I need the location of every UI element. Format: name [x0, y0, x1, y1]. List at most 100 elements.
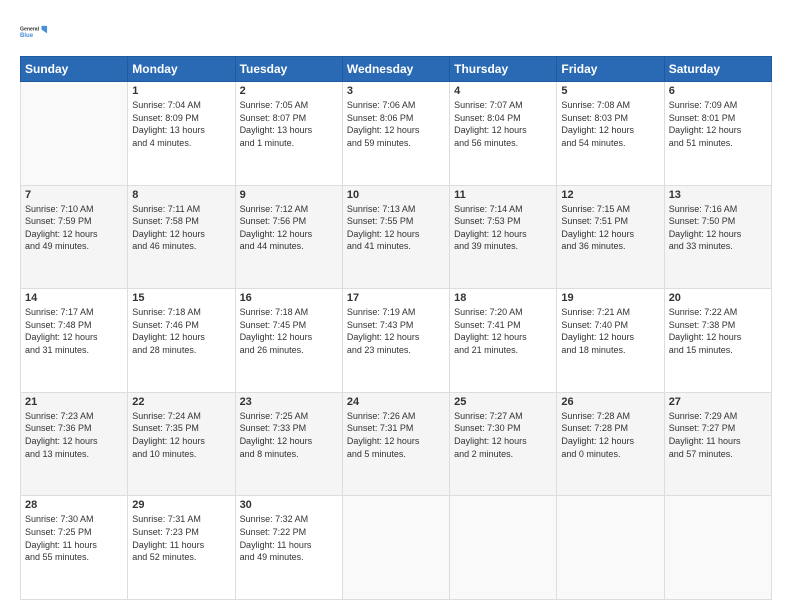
day-number: 29	[132, 499, 230, 511]
calendar-cell: 24Sunrise: 7:26 AM Sunset: 7:31 PM Dayli…	[342, 392, 449, 496]
weekday-header-friday: Friday	[557, 57, 664, 82]
weekday-header-monday: Monday	[128, 57, 235, 82]
weekday-header-saturday: Saturday	[664, 57, 771, 82]
weekday-header-row: SundayMondayTuesdayWednesdayThursdayFrid…	[21, 57, 772, 82]
week-row-1: 1 Sunrise: 7:04 AM Sunset: 8:09 PM Daylig…	[21, 82, 772, 186]
day-number: 20	[669, 292, 767, 304]
calendar-cell	[342, 496, 449, 600]
week-row-5: 28 Sunrise: 7:30 AM Sunset: 7:25 PM Dayli…	[21, 496, 772, 600]
calendar-cell: 5 Sunrise: 7:08 AM Sunset: 8:03 PM Daylig…	[557, 82, 664, 186]
calendar-cell: 21 Sunrise: 7:23 AM Sunset: 7:36 PM Dayli…	[21, 392, 128, 496]
calendar-cell: 28 Sunrise: 7:30 AM Sunset: 7:25 PM Dayli…	[21, 496, 128, 600]
day-number: 12	[561, 189, 659, 201]
calendar-cell: 19Sunrise: 7:21 AM Sunset: 7:40 PM Dayli…	[557, 289, 664, 393]
day-info: Sunrise: 7:31 AM Sunset: 7:23 PM Dayligh…	[132, 513, 230, 563]
weekday-header-tuesday: Tuesday	[235, 57, 342, 82]
day-info: Sunrise: 7:08 AM Sunset: 8:03 PM Dayligh…	[561, 99, 659, 149]
calendar-cell: 9 Sunrise: 7:12 AM Sunset: 7:56 PM Daylig…	[235, 185, 342, 289]
day-info: Sunrise: 7:24 AM Sunset: 7:35 PM Dayligh…	[132, 410, 230, 460]
logo-icon: GeneralBlue	[20, 18, 48, 46]
day-number: 22	[132, 396, 230, 408]
calendar-cell: 27 Sunrise: 7:29 AM Sunset: 7:27 PM Dayli…	[664, 392, 771, 496]
day-number: 18	[454, 292, 552, 304]
calendar-cell: 10 Sunrise: 7:13 AM Sunset: 7:55 PM Dayli…	[342, 185, 449, 289]
calendar-cell: 14 Sunrise: 7:17 AM Sunset: 7:48 PM Dayli…	[21, 289, 128, 393]
day-info: Sunrise: 7:27 AM Sunset: 7:30 PM Dayligh…	[454, 410, 552, 460]
calendar-cell: 18 Sunrise: 7:20 AM Sunset: 7:41 PM Dayli…	[450, 289, 557, 393]
calendar-cell: 22 Sunrise: 7:24 AM Sunset: 7:35 PM Dayli…	[128, 392, 235, 496]
day-info: Sunrise: 7:30 AM Sunset: 7:25 PM Dayligh…	[25, 513, 123, 563]
day-number: 25	[454, 396, 552, 408]
day-number: 5	[561, 85, 659, 97]
weekday-header-thursday: Thursday	[450, 57, 557, 82]
day-info: Sunrise: 7:17 AM Sunset: 7:48 PM Dayligh…	[25, 306, 123, 356]
svg-text:Blue: Blue	[20, 33, 34, 39]
day-number: 8	[132, 189, 230, 201]
day-info: Sunrise: 7:13 AM Sunset: 7:55 PM Dayligh…	[347, 203, 445, 253]
day-number: 28	[25, 499, 123, 511]
calendar-cell: 12 Sunrise: 7:15 AM Sunset: 7:51 PM Dayli…	[557, 185, 664, 289]
week-row-4: 21 Sunrise: 7:23 AM Sunset: 7:36 PM Dayli…	[21, 392, 772, 496]
day-number: 26	[561, 396, 659, 408]
day-info: Sunrise: 7:11 AM Sunset: 7:58 PM Dayligh…	[132, 203, 230, 253]
calendar-cell: 16 Sunrise: 7:18 AM Sunset: 7:45 PM Dayli…	[235, 289, 342, 393]
day-number: 4	[454, 85, 552, 97]
day-info: Sunrise: 7:04 AM Sunset: 8:09 PM Dayligh…	[132, 99, 230, 149]
day-info: Sunrise: 7:14 AM Sunset: 7:53 PM Dayligh…	[454, 203, 552, 253]
calendar-cell: 26 Sunrise: 7:28 AM Sunset: 7:28 PM Dayli…	[557, 392, 664, 496]
calendar-cell: 20Sunrise: 7:22 AM Sunset: 7:38 PM Dayli…	[664, 289, 771, 393]
calendar-cell: 7Sunrise: 7:10 AM Sunset: 7:59 PM Daylig…	[21, 185, 128, 289]
calendar-cell: 6Sunrise: 7:09 AM Sunset: 8:01 PM Daylig…	[664, 82, 771, 186]
calendar-cell: 13 Sunrise: 7:16 AM Sunset: 7:50 PM Dayli…	[664, 185, 771, 289]
day-number: 9	[240, 189, 338, 201]
day-info: Sunrise: 7:16 AM Sunset: 7:50 PM Dayligh…	[669, 203, 767, 253]
day-info: Sunrise: 7:32 AM Sunset: 7:22 PM Dayligh…	[240, 513, 338, 563]
calendar-cell: 15 Sunrise: 7:18 AM Sunset: 7:46 PM Dayli…	[128, 289, 235, 393]
svg-text:General: General	[20, 27, 40, 33]
calendar-cell: 11 Sunrise: 7:14 AM Sunset: 7:53 PM Dayli…	[450, 185, 557, 289]
day-number: 7	[25, 189, 123, 201]
day-info: Sunrise: 7:18 AM Sunset: 7:45 PM Dayligh…	[240, 306, 338, 356]
calendar-cell	[21, 82, 128, 186]
day-info: Sunrise: 7:29 AM Sunset: 7:27 PM Dayligh…	[669, 410, 767, 460]
day-number: 13	[669, 189, 767, 201]
calendar-cell: 4 Sunrise: 7:07 AM Sunset: 8:04 PM Daylig…	[450, 82, 557, 186]
day-number: 16	[240, 292, 338, 304]
calendar-table: SundayMondayTuesdayWednesdayThursdayFrid…	[20, 56, 772, 600]
calendar-cell	[664, 496, 771, 600]
day-info: Sunrise: 7:06 AM Sunset: 8:06 PM Dayligh…	[347, 99, 445, 149]
day-info: Sunrise: 7:20 AM Sunset: 7:41 PM Dayligh…	[454, 306, 552, 356]
calendar-cell: 25 Sunrise: 7:27 AM Sunset: 7:30 PM Dayli…	[450, 392, 557, 496]
day-number: 2	[240, 85, 338, 97]
day-number: 21	[25, 396, 123, 408]
calendar-cell	[450, 496, 557, 600]
day-info: Sunrise: 7:21 AM Sunset: 7:40 PM Dayligh…	[561, 306, 659, 356]
day-number: 15	[132, 292, 230, 304]
day-number: 30	[240, 499, 338, 511]
calendar-cell: 29 Sunrise: 7:31 AM Sunset: 7:23 PM Dayli…	[128, 496, 235, 600]
calendar-cell: 8 Sunrise: 7:11 AM Sunset: 7:58 PM Daylig…	[128, 185, 235, 289]
day-info: Sunrise: 7:19 AM Sunset: 7:43 PM Dayligh…	[347, 306, 445, 356]
calendar-cell: 17 Sunrise: 7:19 AM Sunset: 7:43 PM Dayli…	[342, 289, 449, 393]
calendar-cell: 23Sunrise: 7:25 AM Sunset: 7:33 PM Dayli…	[235, 392, 342, 496]
day-info: Sunrise: 7:23 AM Sunset: 7:36 PM Dayligh…	[25, 410, 123, 460]
day-number: 11	[454, 189, 552, 201]
day-info: Sunrise: 7:15 AM Sunset: 7:51 PM Dayligh…	[561, 203, 659, 253]
day-info: Sunrise: 7:05 AM Sunset: 8:07 PM Dayligh…	[240, 99, 338, 149]
day-info: Sunrise: 7:12 AM Sunset: 7:56 PM Dayligh…	[240, 203, 338, 253]
day-info: Sunrise: 7:28 AM Sunset: 7:28 PM Dayligh…	[561, 410, 659, 460]
day-number: 17	[347, 292, 445, 304]
header: GeneralBlue	[20, 18, 772, 46]
day-number: 3	[347, 85, 445, 97]
week-row-2: 7Sunrise: 7:10 AM Sunset: 7:59 PM Daylig…	[21, 185, 772, 289]
day-number: 14	[25, 292, 123, 304]
day-info: Sunrise: 7:09 AM Sunset: 8:01 PM Dayligh…	[669, 99, 767, 149]
day-number: 1	[132, 85, 230, 97]
day-number: 27	[669, 396, 767, 408]
day-info: Sunrise: 7:07 AM Sunset: 8:04 PM Dayligh…	[454, 99, 552, 149]
day-info: Sunrise: 7:18 AM Sunset: 7:46 PM Dayligh…	[132, 306, 230, 356]
day-info: Sunrise: 7:26 AM Sunset: 7:31 PM Dayligh…	[347, 410, 445, 460]
weekday-header-wednesday: Wednesday	[342, 57, 449, 82]
day-number: 10	[347, 189, 445, 201]
logo: GeneralBlue	[20, 18, 48, 46]
